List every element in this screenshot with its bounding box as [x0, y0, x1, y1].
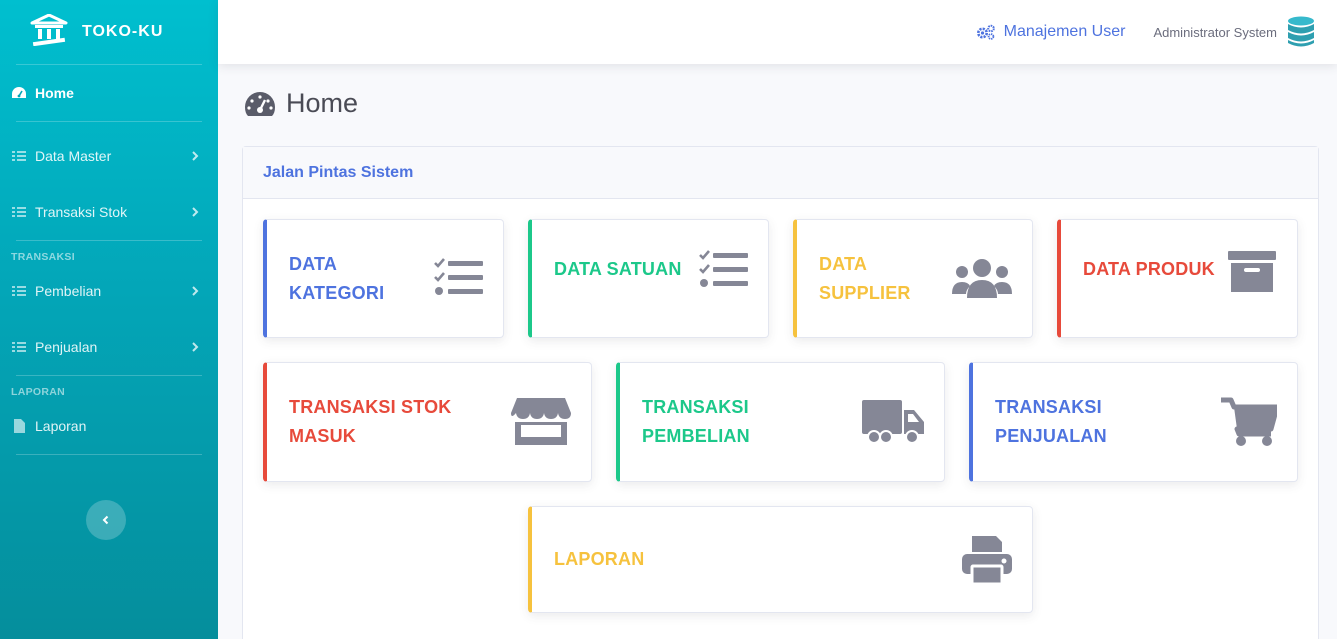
brand[interactable]: TOKO-KU: [0, 0, 218, 64]
archive-icon: [1228, 251, 1276, 292]
sidebar-heading-transaksi: TRANSAKSI: [11, 251, 75, 263]
tasks-icon: [434, 257, 483, 295]
sidebar-item-transaksi-stok[interactable]: Transaksi Stok: [0, 184, 218, 240]
sidebar-item-label: Transaksi Stok: [35, 204, 128, 220]
card-title: DATA SATUAN: [554, 259, 682, 279]
print-icon: [962, 535, 1012, 584]
topbar: Manajemen User Administrator System: [218, 0, 1337, 64]
list-check-icon: [11, 148, 27, 164]
card-transaksi-stok-masuk[interactable]: TRANSAKSI STOK MASUK: [263, 362, 592, 482]
sidebar-item-data-master[interactable]: Data Master: [0, 128, 218, 184]
chevron-left-icon: [102, 515, 109, 525]
sidebar-item-label: Data Master: [35, 148, 112, 164]
card-title: DATA KATEGORI: [289, 253, 385, 303]
card-transaksi-pembelian[interactable]: TRANSAKSI PEMBELIAN: [616, 362, 945, 482]
card-title: LAPORAN: [554, 549, 645, 569]
university-icon: [30, 13, 68, 51]
panel-title: Jalan Pintas Sistem: [243, 147, 1318, 199]
card-title: TRANSAKSI PEMBELIAN: [642, 397, 750, 446]
sidebar-divider: [16, 454, 202, 455]
tachometer-icon: [245, 91, 275, 116]
page-title-text: Home: [286, 88, 359, 118]
sidebar-item-label: Laporan: [35, 418, 87, 434]
sidebar-item-laporan[interactable]: Laporan: [0, 398, 218, 454]
file-icon: [11, 418, 27, 434]
list-check-icon: [11, 283, 27, 299]
list-check-icon: [11, 204, 27, 220]
card-data-produk[interactable]: DATA PRODUK: [1057, 219, 1298, 338]
user-menu[interactable]: Administrator System: [1153, 16, 1315, 48]
sidebar-toggle-button[interactable]: [86, 500, 126, 540]
database-icon: [1288, 16, 1314, 47]
card-title: TRANSAKSI PENJUALAN: [995, 397, 1107, 446]
chevron-right-icon: [192, 342, 199, 352]
tasks-icon: [699, 250, 748, 287]
shopping-cart-icon: [1221, 397, 1277, 446]
card-title: DATA PRODUK: [1083, 259, 1215, 279]
list-check-icon: [11, 339, 27, 355]
sidebar: TOKO-KU Home Data Master Transaksi Stok …: [0, 0, 218, 639]
sidebar-item-home[interactable]: Home: [0, 65, 218, 121]
card-data-satuan[interactable]: DATA SATUAN: [528, 219, 769, 338]
cogs-icon: [976, 24, 995, 40]
sidebar-heading-laporan: LAPORAN: [11, 386, 66, 398]
sidebar-divider: [16, 121, 202, 122]
manage-user-label: Manajemen User: [1003, 23, 1126, 40]
manage-user-link[interactable]: Manajemen User: [976, 23, 1126, 41]
user-name: Administrator System: [1153, 24, 1277, 40]
card-transaksi-penjualan[interactable]: TRANSAKSI PENJUALAN: [969, 362, 1298, 482]
truck-icon: [862, 400, 924, 444]
chevron-right-icon: [192, 207, 199, 217]
sidebar-item-pembelian[interactable]: Pembelian: [0, 263, 218, 319]
card-title: DATA SUPPLIER: [819, 253, 911, 303]
chevron-right-icon: [192, 286, 199, 296]
card-data-supplier[interactable]: DATA SUPPLIER: [793, 219, 1033, 338]
store-icon: [511, 398, 571, 445]
tachometer-icon: [11, 85, 27, 101]
sidebar-item-label: Home: [35, 85, 74, 101]
card-data-kategori[interactable]: DATA KATEGORI: [263, 219, 504, 338]
card-title: TRANSAKSI STOK MASUK: [289, 397, 452, 446]
card-laporan[interactable]: LAPORAN: [528, 506, 1033, 613]
page-title: Home: [244, 88, 358, 119]
sidebar-item-penjualan[interactable]: Penjualan: [0, 319, 218, 375]
sidebar-item-label: Penjualan: [35, 339, 98, 355]
chevron-right-icon: [192, 151, 199, 161]
users-icon: [952, 258, 1012, 298]
sidebar-item-label: Pembelian: [35, 283, 102, 299]
brand-name: TOKO-KU: [82, 23, 164, 40]
